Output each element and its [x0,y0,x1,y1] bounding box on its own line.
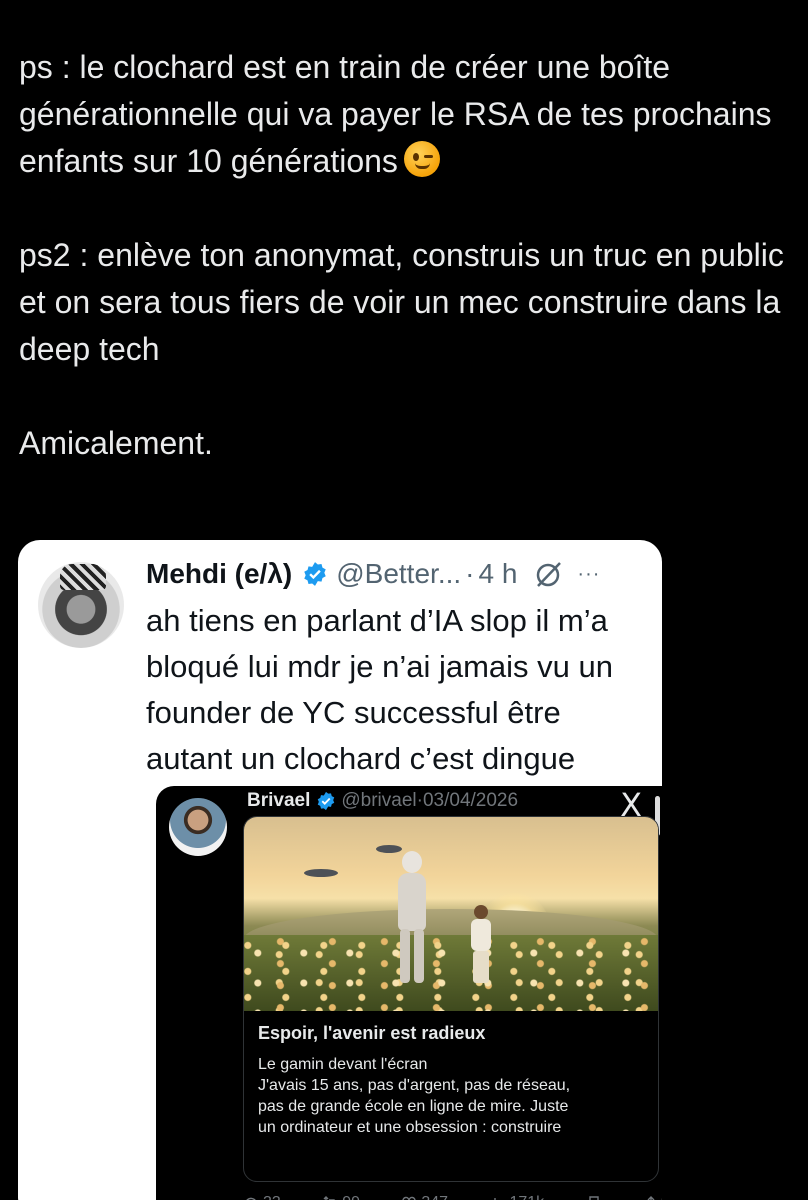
embedded-tweet-screenshot[interactable]: Brivael @brivael · 03/04/2026 X Espoir, … [156,786,662,1200]
reply-count: 33 [263,1194,281,1200]
repost-icon [323,1196,335,1200]
article-line: un ordinateur et une obsession : constru… [258,1119,562,1136]
article-card[interactable]: Espoir, l'avenir est radieux Le gamin de… [243,816,659,1182]
repost-count: 99 [342,1194,360,1200]
article-line: pas de grande école en ligne de mire. Ju… [258,1098,569,1115]
views-icon [494,1198,497,1200]
post-paragraph-3: Amicalement. [19,425,213,461]
article-line: Le gamin devant l'écran [258,1056,428,1073]
share-button[interactable] [643,1194,659,1200]
quoted-tweet-screenshot[interactable]: Mehdi (e/λ) @Better... · 4 h ··· ah tien… [18,540,662,1200]
article-title: Espoir, l'avenir est radieux [258,1023,486,1043]
article-body: Espoir, l'avenir est radieux Le gamin de… [244,1011,658,1150]
tweet-time[interactable]: 4 h [478,558,517,590]
like-count: 347 [421,1194,448,1200]
child-figure [468,905,494,983]
bookmark-icon [588,1196,599,1200]
author-name[interactable]: Mehdi (e/λ) [146,558,292,590]
spaceship-shape [304,869,338,877]
author-name[interactable]: Brivael [247,790,310,812]
tweet-text: ah tiens en parlant d’IA slop il m’a blo… [146,603,613,776]
reply-icon [246,1197,256,1200]
post-text: ps : le clochard est en train de créer u… [19,44,789,467]
avatar[interactable] [169,798,227,856]
more-options-icon[interactable]: ··· [577,563,600,586]
views-count: 171k [509,1194,544,1200]
tweet-date[interactable]: 03/04/2026 [423,790,518,812]
post-paragraph-2: ps2 : enlève ton anonymat, construis un … [19,237,784,367]
avatar[interactable] [38,562,124,648]
embedded-tweet-header: Brivael @brivael · 03/04/2026 [247,790,519,812]
reply-button[interactable]: 33 [243,1194,281,1200]
repost-button[interactable]: 99 [322,1194,360,1200]
bookmark-button[interactable] [586,1194,602,1200]
robot-figure [394,851,430,983]
views-button[interactable]: 171k [489,1194,544,1200]
author-handle[interactable]: @Better... [336,558,461,590]
action-bar: 33 99 347 171k [243,1194,659,1200]
author-handle[interactable]: @brivael [341,790,416,812]
share-icon [647,1196,655,1200]
article-image [244,817,658,1011]
winking-face-icon [403,141,440,177]
verified-badge-icon [304,562,326,586]
like-button[interactable]: 347 [401,1194,448,1200]
article-line: J'avais 15 ans, pas d'argent, pas de rés… [258,1077,571,1094]
post-paragraph-1: ps : le clochard est en train de créer u… [19,49,772,179]
heart-icon [402,1196,417,1200]
verified-badge-icon [318,791,335,811]
grok-icon[interactable] [533,558,565,590]
tweet-header: Mehdi (e/λ) @Better... · 4 h ··· [146,558,601,590]
